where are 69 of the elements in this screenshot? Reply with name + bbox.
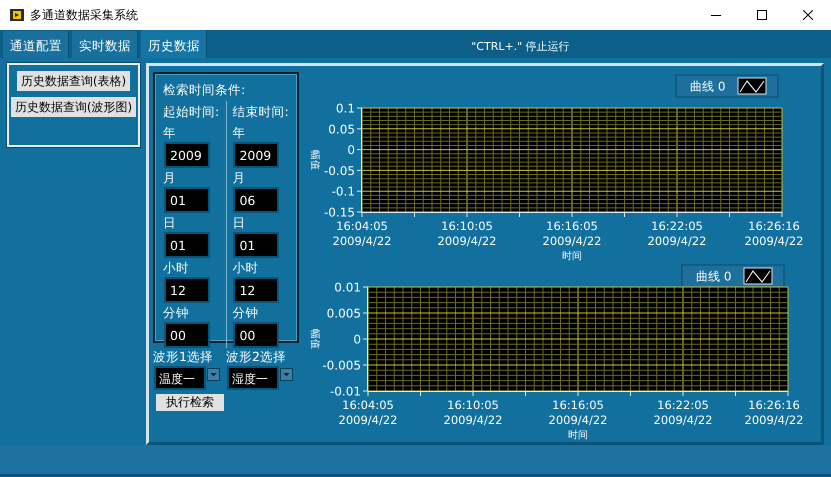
legend[interactable]: 曲线 0 <box>682 264 784 288</box>
maximize-icon[interactable] <box>757 10 767 20</box>
tick-label: -0.01 <box>330 384 361 398</box>
tick-label: 16:16:05 2009/4/22 <box>548 398 608 427</box>
number-field[interactable]: 01 <box>166 234 208 256</box>
field-label: 月 <box>163 169 177 187</box>
number-field[interactable]: 01 <box>235 234 278 256</box>
field-label: 日 <box>163 214 177 232</box>
number-field[interactable]: 01 <box>166 189 208 211</box>
tick-label: 0 <box>353 332 361 346</box>
tick-label: 16:04:05 2009/4/22 <box>332 219 392 248</box>
number-field[interactable]: 00 <box>166 324 208 346</box>
number-field[interactable]: 2009 <box>235 144 278 166</box>
tick-label: 16:22:05 2009/4/22 <box>654 398 712 427</box>
number-field[interactable]: 12 <box>235 279 278 301</box>
tick-label: 0.005 <box>326 306 361 320</box>
field-label: 年 <box>163 124 177 142</box>
tick-label: 16:10:05 2009/4/22 <box>438 219 496 248</box>
number-field[interactable]: 12 <box>166 279 208 301</box>
field-label: 分钟 <box>232 304 260 322</box>
status-hint: "CTRL+." 停止运行 <box>471 40 570 52</box>
tick-label: 16:26:16 2009/4/22 <box>744 398 804 427</box>
axis-title: 时间 <box>568 430 588 441</box>
query-button[interactable]: 历史数据查询(表格) <box>16 71 130 91</box>
axis-title: 幅值 <box>309 329 320 349</box>
app-icon <box>10 8 24 22</box>
number-field[interactable]: 2009 <box>166 144 208 166</box>
legend-label: 曲线 0 <box>696 270 732 284</box>
line-sample-icon <box>738 78 766 94</box>
tick-label: 16:22:05 2009/4/22 <box>648 219 706 248</box>
tick-label: -0.15 <box>324 206 355 220</box>
number-field[interactable]: 06 <box>235 189 278 211</box>
selector-label: 波形2选择 <box>226 348 287 366</box>
tick-label: 16:26:16 2009/4/22 <box>744 219 804 248</box>
axis-title: 时间 <box>562 251 582 262</box>
tab[interactable]: 实时数据 <box>72 31 138 58</box>
axis-title: 幅值 <box>309 150 320 170</box>
tick-label: 0 <box>347 143 355 158</box>
waveform-dropdown[interactable]: 湿度一 <box>229 368 277 388</box>
legend-label: 曲线 0 <box>690 80 726 94</box>
tick-label: 0.01 <box>334 280 361 294</box>
tab[interactable]: 通道配置 <box>3 31 69 58</box>
tick-label: 16:10:05 2009/4/22 <box>444 398 502 427</box>
tick-label: -0.05 <box>324 164 355 178</box>
tick-label: 16:04:05 2009/4/22 <box>338 398 398 427</box>
field-label: 日 <box>232 214 246 232</box>
waveform-dropdown[interactable]: 温度一 <box>156 368 204 388</box>
line-sample-icon <box>744 268 772 284</box>
close-icon[interactable] <box>803 10 813 20</box>
tick-label: -0.1 <box>332 184 355 199</box>
field-label: 小时 <box>232 259 260 277</box>
tab[interactable]: 历史数据 <box>141 30 207 58</box>
column-heading: 结束时间: <box>232 103 289 121</box>
tick-label: 0.05 <box>328 122 355 136</box>
legend[interactable]: 曲线 0 <box>676 74 778 98</box>
query-button[interactable]: 历史数据查询(波形图) <box>10 97 136 117</box>
column-heading: 起始时间: <box>163 103 220 121</box>
tick-label: 16:16:05 2009/4/22 <box>542 219 602 248</box>
field-label: 小时 <box>163 259 190 277</box>
field-label: 月 <box>232 169 246 187</box>
window-title: 多通道数据采集系统 <box>30 7 138 24</box>
field-label: 分钟 <box>163 304 190 322</box>
number-field[interactable]: 00 <box>235 324 278 346</box>
tick-label: -0.005 <box>322 358 361 372</box>
section-title: 检索时间条件: <box>163 81 246 99</box>
tick-label: 0.1 <box>336 102 355 116</box>
selector-label: 波形1选择 <box>153 348 214 366</box>
field-label: 年 <box>232 124 246 142</box>
search-button[interactable]: 执行检索 <box>156 394 224 411</box>
